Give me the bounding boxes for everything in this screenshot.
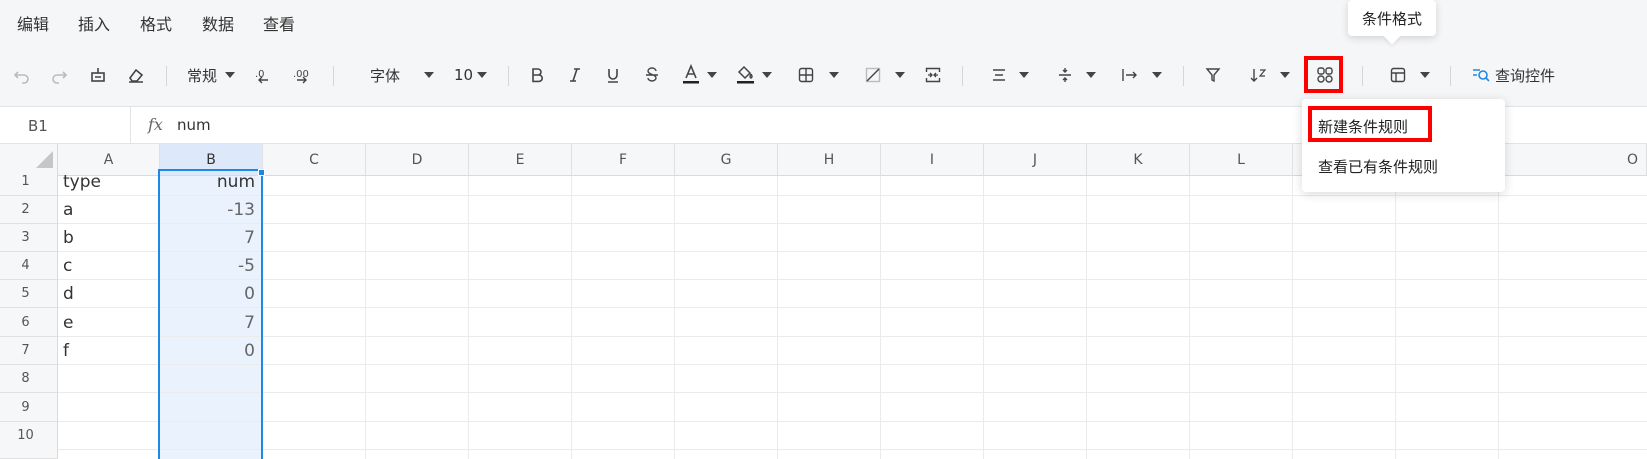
row-header-9[interactable]: 9	[0, 393, 58, 422]
view-conditional-rules-item[interactable]: 查看已有条件规则	[1318, 156, 1438, 177]
new-rule-highlight	[1308, 106, 1432, 142]
col-header-j[interactable]: J	[984, 144, 1087, 176]
row-header-5[interactable]: 5	[0, 280, 58, 308]
sort-icon[interactable]	[1249, 63, 1267, 87]
border-style-caret-icon[interactable]	[895, 72, 905, 78]
query-control-button[interactable]: 查询控件	[1495, 63, 1555, 87]
cell-a7[interactable]: f	[58, 337, 160, 365]
cell-a4[interactable]: c	[58, 252, 160, 280]
menu-data[interactable]: 数据	[202, 11, 234, 35]
vertical-align-icon[interactable]	[1056, 63, 1074, 87]
menu-edit[interactable]: 编辑	[17, 11, 49, 35]
number-format-select[interactable]: 常规	[187, 63, 217, 87]
cell-a5[interactable]: d	[58, 280, 160, 308]
row-header-3[interactable]: 3	[0, 224, 58, 252]
col-header-c[interactable]: C	[263, 144, 366, 176]
font-color-icon[interactable]	[682, 63, 700, 87]
horizontal-align-icon[interactable]	[990, 63, 1008, 87]
pivot-table-caret-icon[interactable]	[1420, 72, 1430, 78]
underline-icon[interactable]	[605, 63, 621, 87]
row-header-1[interactable]: 1	[0, 168, 58, 196]
borders-icon[interactable]	[797, 63, 815, 87]
col-header-l[interactable]: L	[1190, 144, 1293, 176]
fill-color-icon[interactable]	[736, 63, 756, 87]
text-wrap-icon[interactable]	[1121, 63, 1139, 87]
row-header-8[interactable]: 8	[0, 365, 58, 393]
italic-icon[interactable]	[567, 63, 583, 87]
fill-color-caret-icon[interactable]	[762, 72, 772, 78]
row-header-7[interactable]: 7	[0, 337, 58, 365]
cell-a1[interactable]: type	[58, 168, 160, 196]
col-header-i[interactable]: I	[881, 144, 984, 176]
font-size-caret-icon[interactable]	[477, 72, 487, 78]
col-header-f[interactable]: F	[572, 144, 675, 176]
formula-input[interactable]: num	[177, 116, 211, 134]
col-header-e[interactable]: E	[469, 144, 572, 176]
menu-view[interactable]: 查看	[263, 11, 295, 35]
strikethrough-icon[interactable]	[644, 63, 660, 87]
number-format-caret-icon[interactable]	[225, 72, 235, 78]
bold-icon[interactable]	[529, 63, 545, 87]
row-header-10[interactable]: 10	[0, 422, 58, 459]
increase-decimal-icon[interactable]: .00	[292, 63, 312, 87]
fill-handle[interactable]	[258, 169, 265, 176]
cell-a6[interactable]: e	[58, 309, 160, 337]
format-painter-icon[interactable]	[88, 63, 108, 87]
col-header-o[interactable]: O	[1499, 144, 1647, 176]
cell-a3[interactable]: b	[58, 224, 160, 252]
menu-insert[interactable]: 插入	[78, 11, 110, 35]
col-header-g[interactable]: G	[675, 144, 778, 176]
sort-caret-icon[interactable]	[1280, 72, 1290, 78]
col-header-h[interactable]: H	[778, 144, 881, 176]
decrease-decimal-icon[interactable]: .0	[254, 63, 274, 87]
col-header-k[interactable]: K	[1087, 144, 1190, 176]
conditional-format-highlight	[1304, 56, 1343, 93]
font-family-select[interactable]: 字体	[370, 63, 400, 87]
cell-a2[interactable]: a	[58, 196, 160, 224]
row-header-4[interactable]: 4	[0, 252, 58, 280]
menu-format[interactable]: 格式	[140, 11, 172, 35]
redo-icon[interactable]	[49, 63, 69, 87]
row-header-6[interactable]: 6	[0, 308, 58, 337]
font-family-caret-icon[interactable]	[424, 72, 434, 78]
borders-caret-icon[interactable]	[829, 72, 839, 78]
undo-icon[interactable]	[12, 63, 32, 87]
font-size-select[interactable]: 10	[454, 63, 473, 87]
horizontal-align-caret-icon[interactable]	[1019, 72, 1029, 78]
pivot-table-icon[interactable]	[1389, 63, 1407, 87]
query-control-icon[interactable]	[1472, 63, 1490, 87]
selection-border	[158, 169, 263, 459]
merge-cells-icon[interactable]	[924, 63, 942, 87]
function-icon[interactable]: fx	[148, 115, 163, 134]
svg-text:.00: .00	[293, 69, 309, 80]
cell-reference[interactable]: B1	[28, 117, 48, 135]
text-wrap-caret-icon[interactable]	[1152, 72, 1162, 78]
conditional-format-tooltip: 条件格式	[1348, 0, 1436, 36]
toolbar: 常规 .0 .00 字体 10 查询控件	[0, 44, 1647, 106]
filter-icon[interactable]	[1204, 63, 1222, 87]
eraser-icon[interactable]	[126, 63, 146, 87]
col-header-d[interactable]: D	[366, 144, 469, 176]
border-style-icon[interactable]	[864, 63, 882, 87]
row-header-2[interactable]: 2	[0, 196, 58, 224]
vertical-align-caret-icon[interactable]	[1086, 72, 1096, 78]
font-color-caret-icon[interactable]	[707, 72, 717, 78]
